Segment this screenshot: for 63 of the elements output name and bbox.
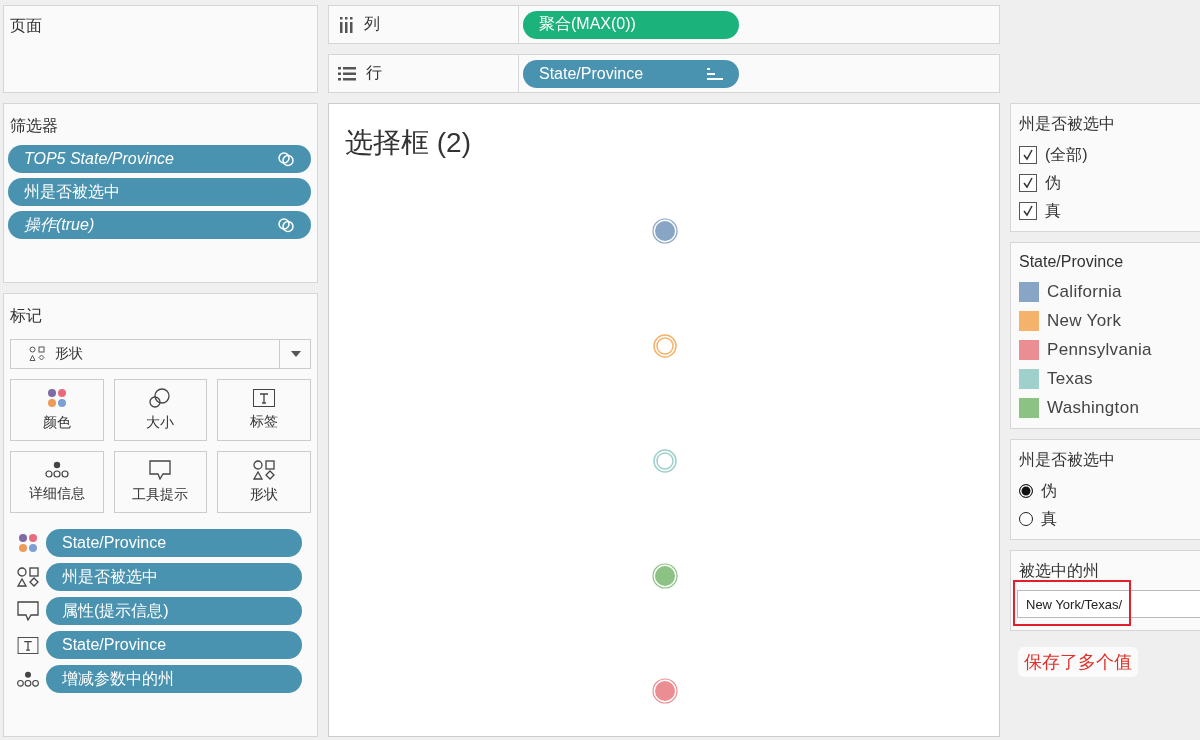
- mark-property-button[interactable]: 大小: [113, 379, 208, 441]
- field-pill[interactable]: State/Province: [46, 529, 302, 557]
- checkbox[interactable]: [1019, 174, 1037, 192]
- text-label-icon: [16, 636, 40, 654]
- text-label-icon: [253, 389, 276, 407]
- size-circles-icon: [149, 388, 172, 408]
- legend-label: Washington: [1047, 397, 1140, 418]
- mark-property-button[interactable]: 标签: [217, 379, 311, 441]
- filter-pill[interactable]: 操作(true): [8, 211, 311, 239]
- radio-button[interactable]: [1019, 484, 1033, 498]
- checkbox-label: 伪: [1045, 172, 1061, 193]
- legend-label: California: [1047, 281, 1122, 302]
- field-pill[interactable]: State/Province: [46, 631, 302, 659]
- radio-label: 伪: [1041, 480, 1057, 501]
- mark-property-button[interactable]: 详细信息: [10, 451, 104, 513]
- panel-title: 筛选器: [9, 116, 59, 136]
- shelf-label: 行: [366, 63, 382, 83]
- speech-bubble-icon: [149, 460, 172, 480]
- view-title: 选择框 (2): [345, 126, 471, 160]
- panel-title: 页面: [10, 17, 42, 34]
- field-pill[interactable]: 州是否被选中: [46, 563, 302, 591]
- shelf-label: 列: [364, 14, 380, 34]
- field-pill[interactable]: 属性(提示信息): [46, 597, 302, 625]
- input-field[interactable]: New York/Texas/: [1017, 590, 1200, 618]
- radio-button[interactable]: [1019, 512, 1033, 526]
- radio-label: 真: [1041, 508, 1057, 529]
- checkbox[interactable]: [1019, 202, 1037, 220]
- shapes-icon: [29, 346, 45, 362]
- sort-icon: [707, 67, 723, 80]
- checkbox-label: 真: [1045, 200, 1061, 221]
- field-pill[interactable]: 增减参数中的州: [46, 665, 302, 693]
- filter-pill[interactable]: 州是否被选中: [8, 178, 311, 206]
- detail-dots-icon: [16, 670, 40, 688]
- field-pill[interactable]: State/Province: [523, 59, 739, 88]
- legend-title: 州是否被选中: [1019, 114, 1116, 134]
- shapes-icon: [253, 460, 276, 480]
- link-icon: [277, 217, 295, 233]
- mark-property-button[interactable]: 颜色: [10, 379, 104, 441]
- columns-icon: [338, 16, 354, 33]
- panel-title: 标记: [10, 306, 43, 326]
- caret-icon: [290, 350, 302, 358]
- legend-title: State/Province: [1019, 253, 1125, 271]
- legend-label: New York: [1047, 310, 1122, 331]
- detail-dots-icon: [44, 461, 69, 479]
- legend-title: 被选中的州: [1019, 561, 1100, 581]
- filter-pill[interactable]: TOP5 State/Province: [8, 145, 311, 173]
- checkbox-label: (全部): [1045, 144, 1088, 165]
- legend-label: Pennsylvania: [1047, 339, 1152, 360]
- field-pill[interactable]: 聚合(MAX(0)): [523, 10, 739, 39]
- mark-type-dropdown[interactable]: 形状: [10, 339, 311, 369]
- checkbox[interactable]: [1019, 146, 1037, 164]
- mark-property-button[interactable]: 形状: [217, 451, 311, 513]
- legend-title: 州是否被选中: [1019, 450, 1116, 470]
- mark-property-button[interactable]: 工具提示: [113, 451, 208, 513]
- legend-label: Texas: [1047, 368, 1093, 389]
- shapes-icon: [16, 567, 40, 587]
- data-mark[interactable]: [652, 218, 678, 244]
- color-dots-icon: [46, 388, 67, 408]
- link-icon: [277, 151, 295, 167]
- color-dots-icon: [16, 533, 40, 553]
- rows-icon: [338, 66, 356, 81]
- speech-bubble-icon: [16, 601, 40, 621]
- annotation-note: 保存了多个值: [1018, 647, 1138, 677]
